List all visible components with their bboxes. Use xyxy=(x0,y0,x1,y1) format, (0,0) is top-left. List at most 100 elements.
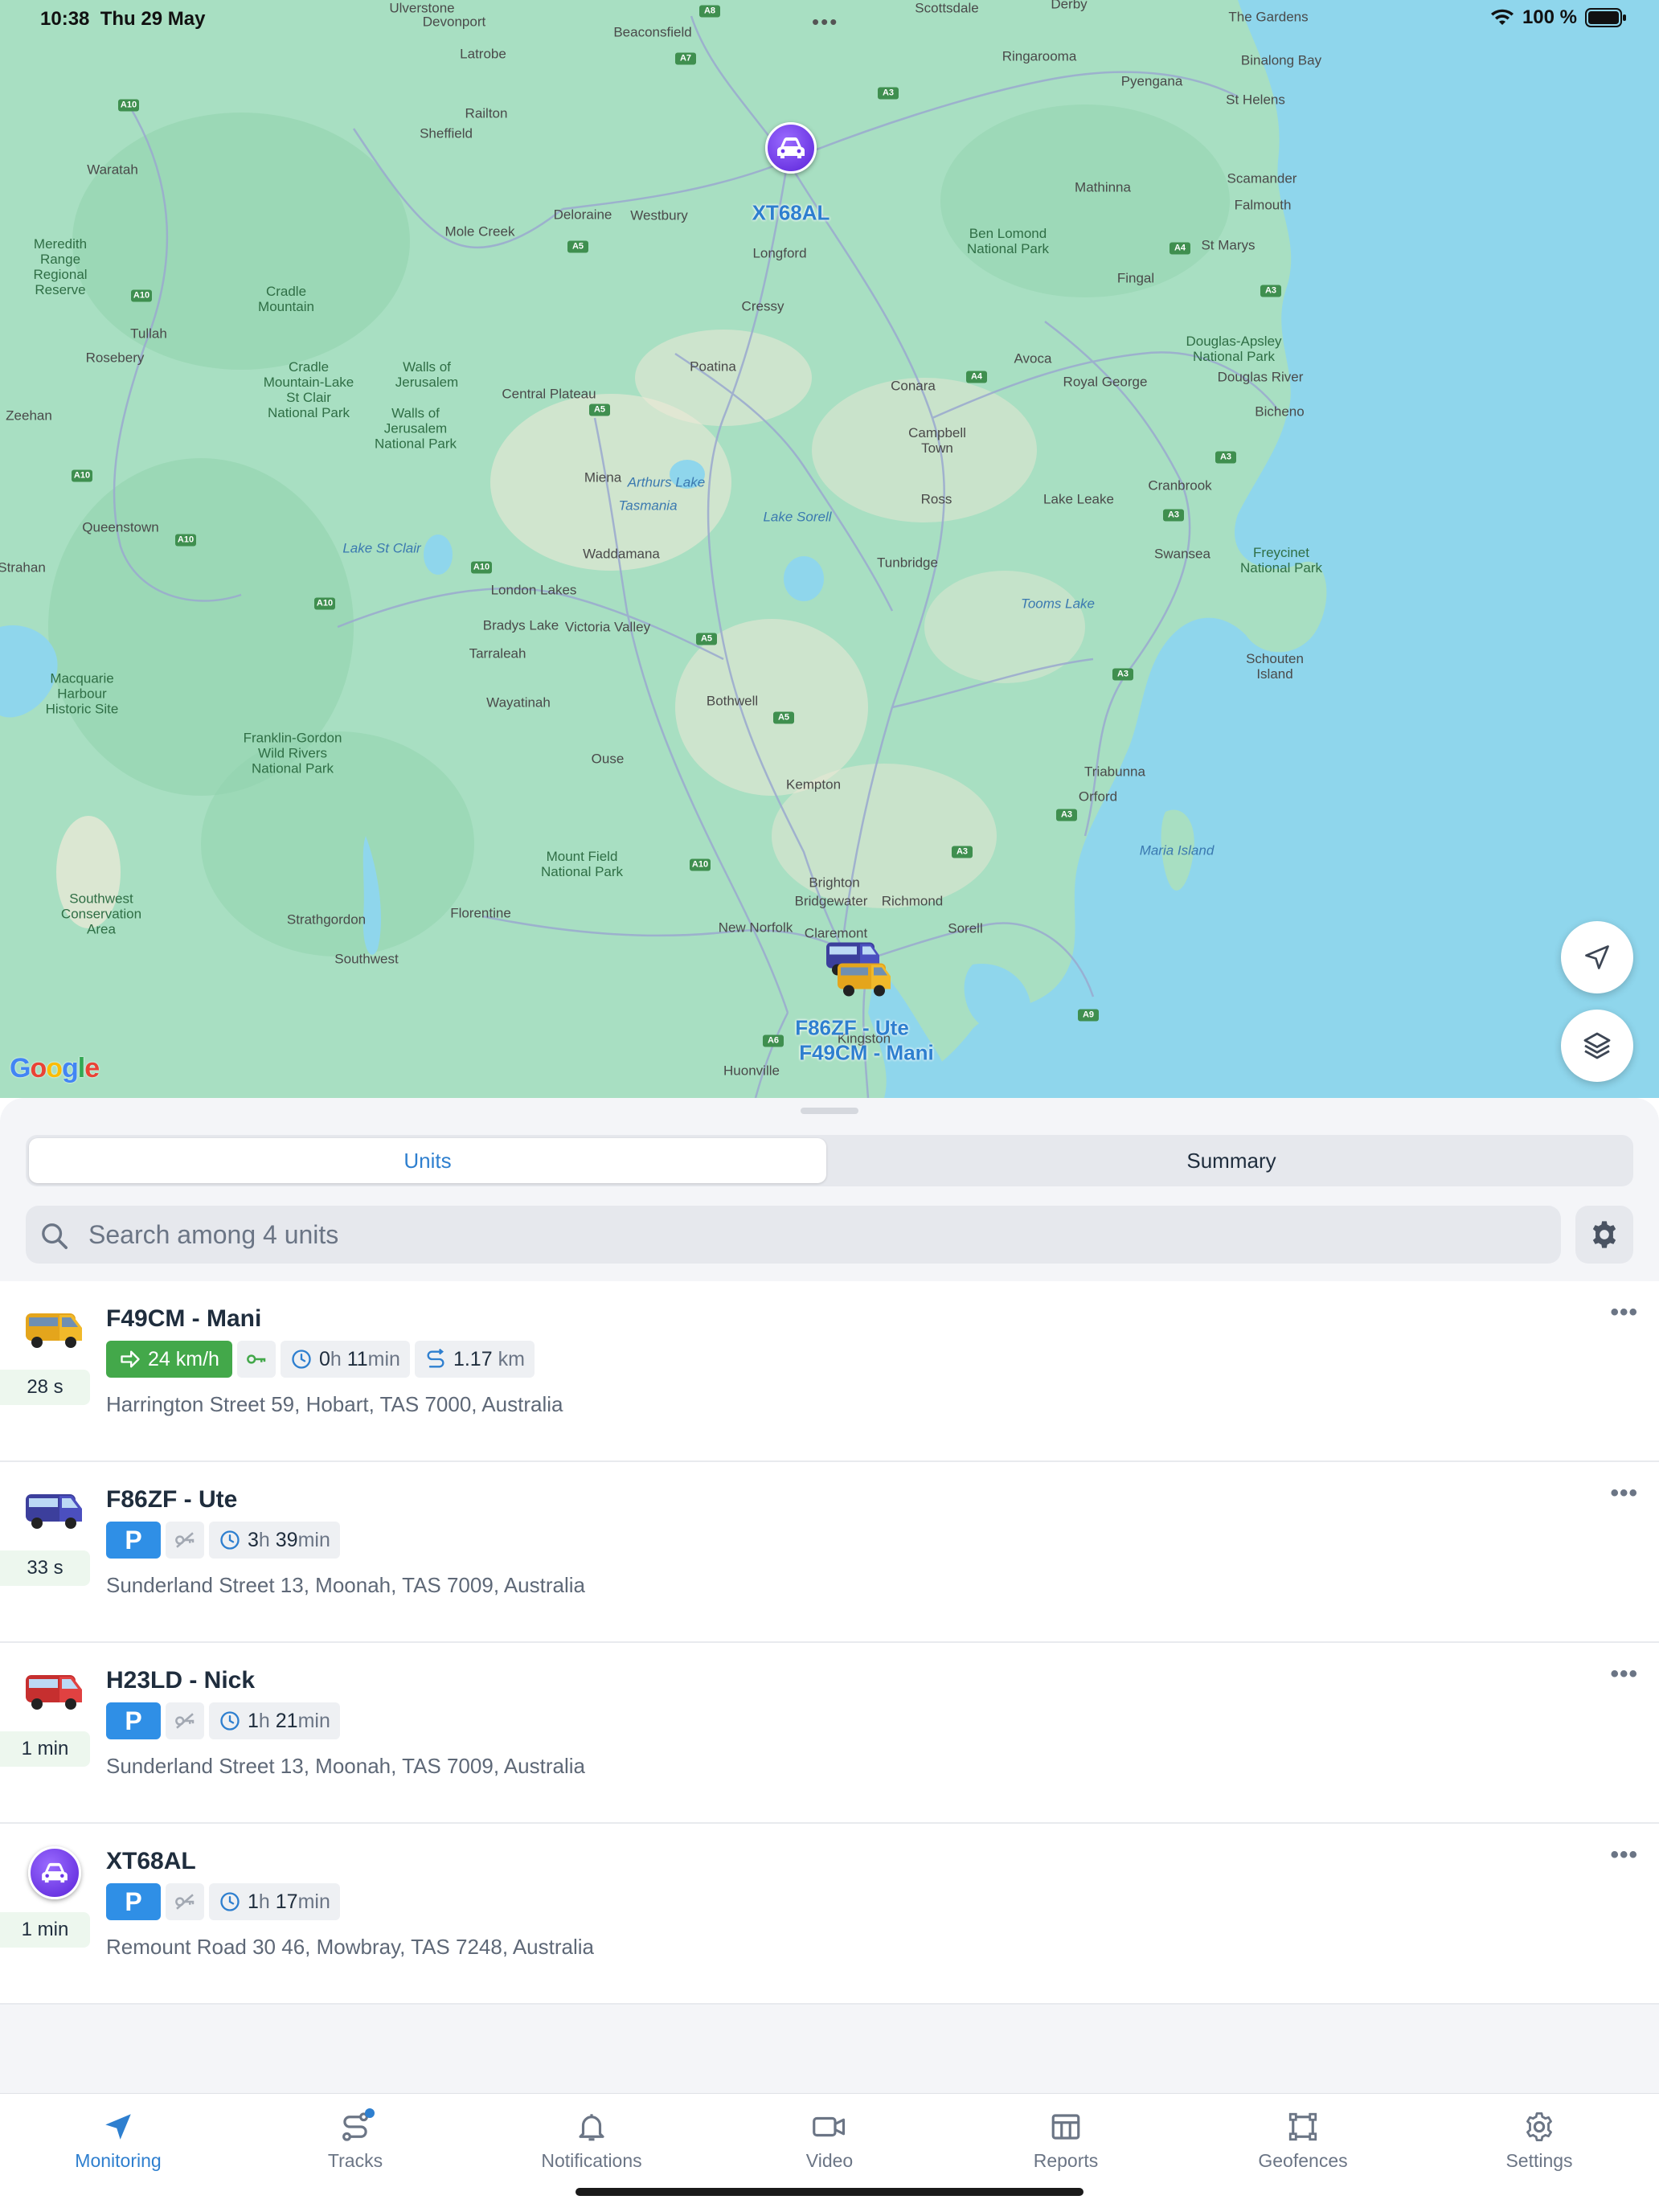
map-place-label: Orford xyxy=(1078,789,1118,805)
route-icon xyxy=(427,1348,444,1368)
gear-icon xyxy=(1526,2112,1552,2142)
tab-settings[interactable]: Settings xyxy=(1459,2108,1620,2172)
map-place-label: Triabunna xyxy=(1084,764,1145,780)
unit-row-f49cm[interactable]: 28 s F49CM - Mani 24 km/h 0h 11min 1.17 … xyxy=(0,1281,1659,1462)
battery-percent: 100 % xyxy=(1522,6,1577,28)
table-icon xyxy=(1051,2114,1080,2140)
unit-status-badges: 24 km/h 0h 11min 1.17 km xyxy=(106,1341,535,1378)
road-shield: A10 xyxy=(72,469,92,482)
my-location-button[interactable] xyxy=(1561,921,1633,993)
map-place-label: Swansea xyxy=(1154,546,1210,562)
road-shield: A10 xyxy=(314,597,335,610)
map-place-label: Huonville xyxy=(723,1063,780,1079)
map-place-label: Cressy xyxy=(741,298,784,314)
car-icon xyxy=(765,122,817,174)
map-layers-button[interactable] xyxy=(1561,1010,1633,1082)
battery-icon xyxy=(1585,8,1626,27)
unit-status-badges: P 1h 21min xyxy=(106,1702,340,1739)
map-place-label: St Helens xyxy=(1226,92,1285,108)
vehicle-pin-xt68al[interactable] xyxy=(765,122,817,174)
map-place-label: Fingal xyxy=(1116,270,1155,286)
unit-name: H23LD - Nick xyxy=(106,1667,256,1694)
more-options-button[interactable]: ••• xyxy=(1610,1661,1638,1688)
arrow-right-icon xyxy=(121,1350,140,1368)
map-place-label: Royal George xyxy=(1063,374,1148,390)
tracks-notification-dot xyxy=(365,2108,375,2118)
map-place-label: Mathinna xyxy=(1075,179,1131,195)
map-place-label: Deloraine xyxy=(553,207,612,223)
home-indicator[interactable] xyxy=(576,2188,1083,2196)
unit-row-h23ld[interactable]: 1 min H23LD - Nick P 1h 21min Sunderland… xyxy=(0,1643,1659,1824)
map-place-label: Binalong Bay xyxy=(1240,52,1322,68)
gear-icon xyxy=(1592,1221,1616,1248)
tab-notifications[interactable]: Notifications xyxy=(511,2108,672,2172)
map-place-label: Poatina xyxy=(690,358,736,375)
road-shield: A4 xyxy=(966,371,987,383)
map-view[interactable]: Ulverstone Devonport Beaconsfield Scottsdal… xyxy=(0,0,1659,1098)
map-place-label: St Marys xyxy=(1201,237,1256,253)
road-shield: A3 xyxy=(1163,509,1184,522)
tab-reports[interactable]: Reports xyxy=(985,2108,1146,2172)
map-place-label: Tooms Lake xyxy=(1021,596,1095,612)
list-settings-button[interactable] xyxy=(1575,1206,1633,1264)
map-place-label: Central Plateau xyxy=(502,386,596,402)
map-place-label: Westbury xyxy=(630,207,688,223)
map-place-label: Scamander xyxy=(1227,170,1297,186)
unit-name: F86ZF - Ute xyxy=(106,1486,238,1513)
map-place-label: Victoria Valley xyxy=(564,619,651,635)
map-place-label: London Lakes xyxy=(490,582,577,598)
search-icon xyxy=(42,1223,68,1249)
view-segmented-control: Units Summary xyxy=(26,1135,1633,1186)
tab-units[interactable]: Units xyxy=(29,1138,826,1183)
map-place-label: Wayatinah xyxy=(486,694,551,711)
map-place-label: Walls of Jerusalem xyxy=(395,359,459,390)
unit-row-f86zf[interactable]: 33 s F86ZF - Ute P 3h 39min Sunderland S… xyxy=(0,1462,1659,1643)
search-input[interactable] xyxy=(88,1206,1535,1264)
duration-badge: 0h 11min xyxy=(280,1341,410,1378)
road-shield: A5 xyxy=(696,633,717,645)
map-place-label: Bridgewater xyxy=(794,893,868,909)
more-options-button[interactable]: ••• xyxy=(1610,1480,1638,1507)
map-place-label: Bothwell xyxy=(706,693,759,709)
map-place-label: Lake St Clair xyxy=(342,540,421,556)
map-place-label: Brighton xyxy=(809,875,860,891)
distance-badge: 1.17 km xyxy=(414,1341,535,1378)
road-shield: A3 xyxy=(878,87,899,100)
unit-status-badges: P 3h 39min xyxy=(106,1522,340,1559)
ignition-off-badge xyxy=(166,1702,204,1739)
map-place-label: Richmond xyxy=(881,893,944,909)
road-shield: A10 xyxy=(175,534,196,547)
vehicle-pin-f49cm[interactable] xyxy=(836,962,894,1003)
unit-name: F49CM - Mani xyxy=(106,1305,262,1332)
speed-badge: 24 km/h xyxy=(106,1341,232,1378)
ignition-off-badge xyxy=(166,1883,204,1920)
more-options-button[interactable]: ••• xyxy=(1610,1841,1638,1869)
map-place-label: Ben Lomond National Park xyxy=(966,226,1050,256)
map-place-label: Avoca xyxy=(1014,350,1052,367)
multitasking-dots[interactable]: ••• xyxy=(812,10,838,35)
map-place-label: Waratah xyxy=(87,162,138,178)
unit-row-xt68al[interactable]: 1 min XT68AL P 1h 17min Remount Road 30 … xyxy=(0,1824,1659,2005)
map-place-label: Douglas River xyxy=(1217,369,1304,385)
map-place-label: Tunbridge xyxy=(877,555,938,571)
tab-video[interactable]: Video xyxy=(749,2108,910,2172)
more-options-button[interactable]: ••• xyxy=(1610,1299,1638,1326)
map-place-label: Ringarooma xyxy=(1002,48,1077,64)
tab-geofences[interactable]: Geofences xyxy=(1223,2108,1383,2172)
map-place-label: Longford xyxy=(752,245,807,261)
clock-icon xyxy=(292,1350,311,1369)
unit-list: 28 s F49CM - Mani 24 km/h 0h 11min 1.17 … xyxy=(0,1281,1659,2005)
tab-summary[interactable]: Summary xyxy=(833,1138,1630,1183)
unit-status-badges: P 1h 17min xyxy=(106,1883,340,1920)
map-place-label: Mount Field National Park xyxy=(540,849,624,879)
map-place-label: Kempton xyxy=(785,776,842,793)
ignition-off-badge xyxy=(166,1522,204,1559)
last-update-age: 33 s xyxy=(0,1550,90,1586)
unit-address: Sunderland Street 13, Moonah, TAS 7009, … xyxy=(106,1754,585,1778)
duration-badge: 3h 39min xyxy=(209,1522,340,1559)
sheet-grabber[interactable] xyxy=(801,1108,858,1114)
tab-tracks[interactable]: Tracks xyxy=(275,2108,436,2172)
tab-monitoring[interactable]: Monitoring xyxy=(38,2108,199,2172)
clock-icon xyxy=(220,1530,240,1550)
map-place-label: Strathgordon xyxy=(286,911,367,928)
